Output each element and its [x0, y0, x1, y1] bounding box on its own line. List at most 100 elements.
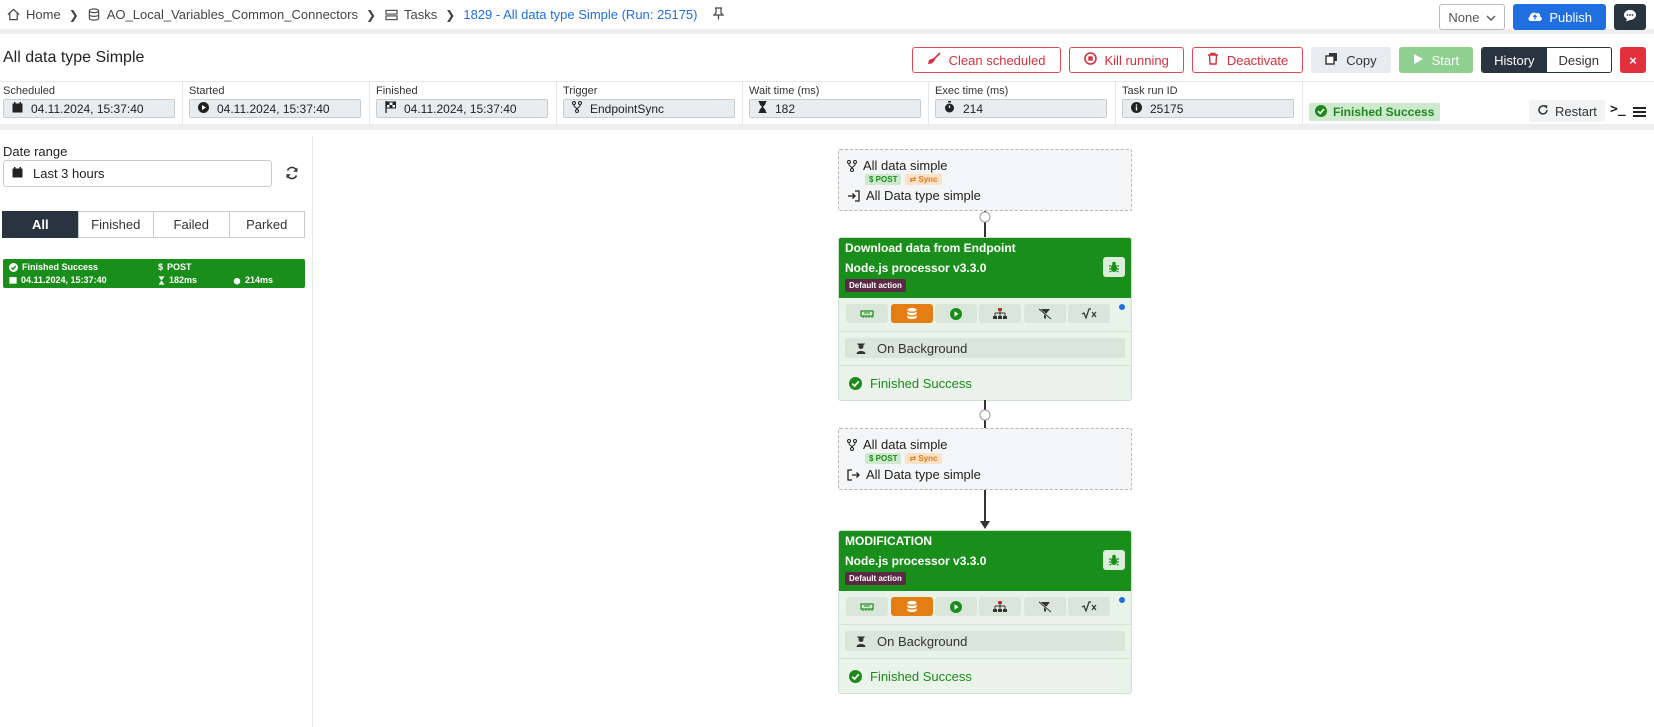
- play-circle-icon[interactable]: [935, 304, 977, 323]
- stopwatch-icon: [233, 277, 241, 284]
- history-tab[interactable]: History: [1482, 48, 1547, 72]
- flow-canvas[interactable]: All data simple $ POST ⇄ Sync All Data t…: [313, 136, 1654, 727]
- processor-toolbar: [839, 298, 1131, 332]
- kill-running-button[interactable]: Kill running: [1068, 47, 1184, 73]
- chevron-down-icon: [1486, 10, 1496, 25]
- breadcrumb-home-label: Home: [26, 7, 61, 22]
- finished-field: Finished 04.11.2024, 15:37:40: [376, 85, 548, 118]
- sitemap-icon[interactable]: [979, 597, 1021, 616]
- on-background-label: On Background: [877, 340, 968, 356]
- status-badge-label: Finished Success: [1333, 105, 1435, 119]
- trigger-out-name-row: All data simple: [847, 437, 948, 452]
- breadcrumb-project[interactable]: AO_Local_Variables_Common_Connectors: [87, 7, 358, 22]
- hamburger-menu-icon[interactable]: [1633, 105, 1646, 120]
- kill-running-label: Kill running: [1104, 52, 1169, 68]
- calendar-icon: [12, 101, 23, 116]
- code-fork-icon: [572, 101, 582, 116]
- calendar-icon: [12, 166, 23, 181]
- date-range-input[interactable]: Last 3 hours: [3, 160, 272, 187]
- pin-icon[interactable]: [713, 6, 725, 23]
- stopwatch-icon: [944, 101, 955, 116]
- breadcrumb-home[interactable]: Home: [6, 7, 61, 22]
- started-label: Started: [189, 85, 225, 97]
- finished-value-box: 04.11.2024, 15:37:40: [376, 99, 548, 118]
- deactivate-button[interactable]: Deactivate: [1191, 47, 1304, 73]
- history-sidebar: Date range Last 3 hours All Finished Fai…: [0, 136, 313, 727]
- terminal-icon[interactable]: >_: [1610, 102, 1626, 117]
- finished-label: Finished: [376, 85, 418, 97]
- design-tab[interactable]: Design: [1546, 48, 1611, 72]
- finished-value: 04.11.2024, 15:37:40: [404, 101, 517, 116]
- processor-title: MODIFICATION: [845, 534, 933, 548]
- clean-scheduled-button[interactable]: Clean scheduled: [911, 47, 1061, 73]
- memory-icon[interactable]: [846, 597, 888, 616]
- run-list-item[interactable]: Finished Success $ POST 04.11.2024, 15:3…: [3, 259, 305, 288]
- breadcrumb-project-label: AO_Local_Variables_Common_Connectors: [106, 7, 358, 22]
- run-item-date: 04.11.2024, 15:37:40: [9, 275, 107, 285]
- task-run-id-label: Task run ID: [1122, 85, 1178, 97]
- processor-node-download[interactable]: Download data from Endpoint Node.js proc…: [838, 237, 1132, 401]
- chat-button[interactable]: [1614, 4, 1646, 30]
- redo-icon: [1537, 104, 1549, 119]
- processor-title: Download data from Endpoint: [845, 241, 1016, 255]
- wait-time-value: 182: [775, 101, 796, 116]
- chevron-right-icon: ❯: [445, 7, 456, 22]
- check-circle-icon: [849, 376, 862, 390]
- filter-tab-all[interactable]: All: [2, 211, 79, 238]
- trigger-label: Trigger: [563, 85, 598, 97]
- filter-tab-finished[interactable]: Finished: [77, 211, 154, 238]
- task-run-id-value-box: 25175: [1122, 99, 1294, 118]
- run-filter-tabs: All Finished Failed Parked: [2, 211, 305, 238]
- sitemap-icon[interactable]: [979, 304, 1021, 323]
- database-icon[interactable]: [891, 597, 933, 616]
- start-label: Start: [1431, 52, 1460, 68]
- database-icon[interactable]: [891, 304, 933, 323]
- play-circle-icon: [198, 101, 209, 116]
- breadcrumb-tasks[interactable]: Tasks: [384, 7, 437, 22]
- indicator-dot: [1119, 304, 1125, 310]
- bug-icon[interactable]: [1103, 257, 1125, 277]
- processor-node-modification[interactable]: MODIFICATION Node.js processor v3.3.0 De…: [838, 530, 1132, 694]
- trigger-out-name: All data simple: [863, 437, 948, 452]
- code-fork-icon: [847, 159, 857, 172]
- wait-time-field: Wait time (ms) 182: [749, 85, 921, 118]
- on-background-field: On Background: [845, 631, 1125, 651]
- run-item-method: $ POST: [158, 262, 192, 272]
- close-button[interactable]: ×: [1620, 47, 1646, 73]
- exec-time-label: Exec time (ms): [935, 85, 1009, 97]
- user-secret-icon: [856, 343, 866, 354]
- restart-button[interactable]: Restart: [1529, 100, 1605, 122]
- breadcrumb-current[interactable]: 1829 - All data type Simple (Run: 25175): [463, 7, 697, 22]
- trigger-in-task-row: All Data type simple: [847, 188, 981, 203]
- view-toggle: History Design: [1481, 47, 1612, 73]
- processor-type: Node.js processor v3.3.0: [845, 554, 987, 568]
- chevron-right-icon: ❯: [68, 7, 79, 22]
- filter-tab-failed[interactable]: Failed: [153, 211, 230, 238]
- formula-icon[interactable]: [1068, 304, 1110, 323]
- restart-label: Restart: [1555, 103, 1597, 119]
- scheduled-label: Scheduled: [3, 85, 55, 97]
- trigger-node-in[interactable]: All data simple $ POST ⇄ Sync All Data t…: [838, 149, 1132, 211]
- trigger-value: EndpointSync: [590, 101, 665, 116]
- memory-icon[interactable]: [846, 304, 888, 323]
- publish-button[interactable]: Publish: [1513, 4, 1606, 30]
- start-button[interactable]: Start: [1398, 47, 1474, 73]
- trigger-node-out[interactable]: All data simple $ POST ⇄ Sync All Data t…: [838, 428, 1132, 490]
- filter-off-icon[interactable]: [1024, 597, 1066, 616]
- formula-icon[interactable]: [1068, 597, 1110, 616]
- environment-select[interactable]: None: [1439, 4, 1506, 30]
- play-icon: [1413, 53, 1424, 68]
- processor-status-label: Finished Success: [870, 668, 972, 684]
- bug-icon[interactable]: [1103, 550, 1125, 570]
- filter-tab-parked[interactable]: Parked: [228, 211, 305, 238]
- check-circle-icon: [1315, 104, 1327, 120]
- copy-button[interactable]: Copy: [1311, 47, 1391, 73]
- play-circle-icon[interactable]: [935, 597, 977, 616]
- mode-tag: ⇄ Sync: [905, 174, 942, 185]
- processor-status-label: Finished Success: [870, 375, 972, 391]
- refresh-icon[interactable]: [285, 166, 299, 183]
- trigger-out-tags: $ POST ⇄ Sync: [865, 453, 942, 464]
- processor-status-row: Finished Success: [839, 366, 1131, 400]
- filter-off-icon[interactable]: [1024, 304, 1066, 323]
- run-item-wait: 182ms: [158, 275, 197, 285]
